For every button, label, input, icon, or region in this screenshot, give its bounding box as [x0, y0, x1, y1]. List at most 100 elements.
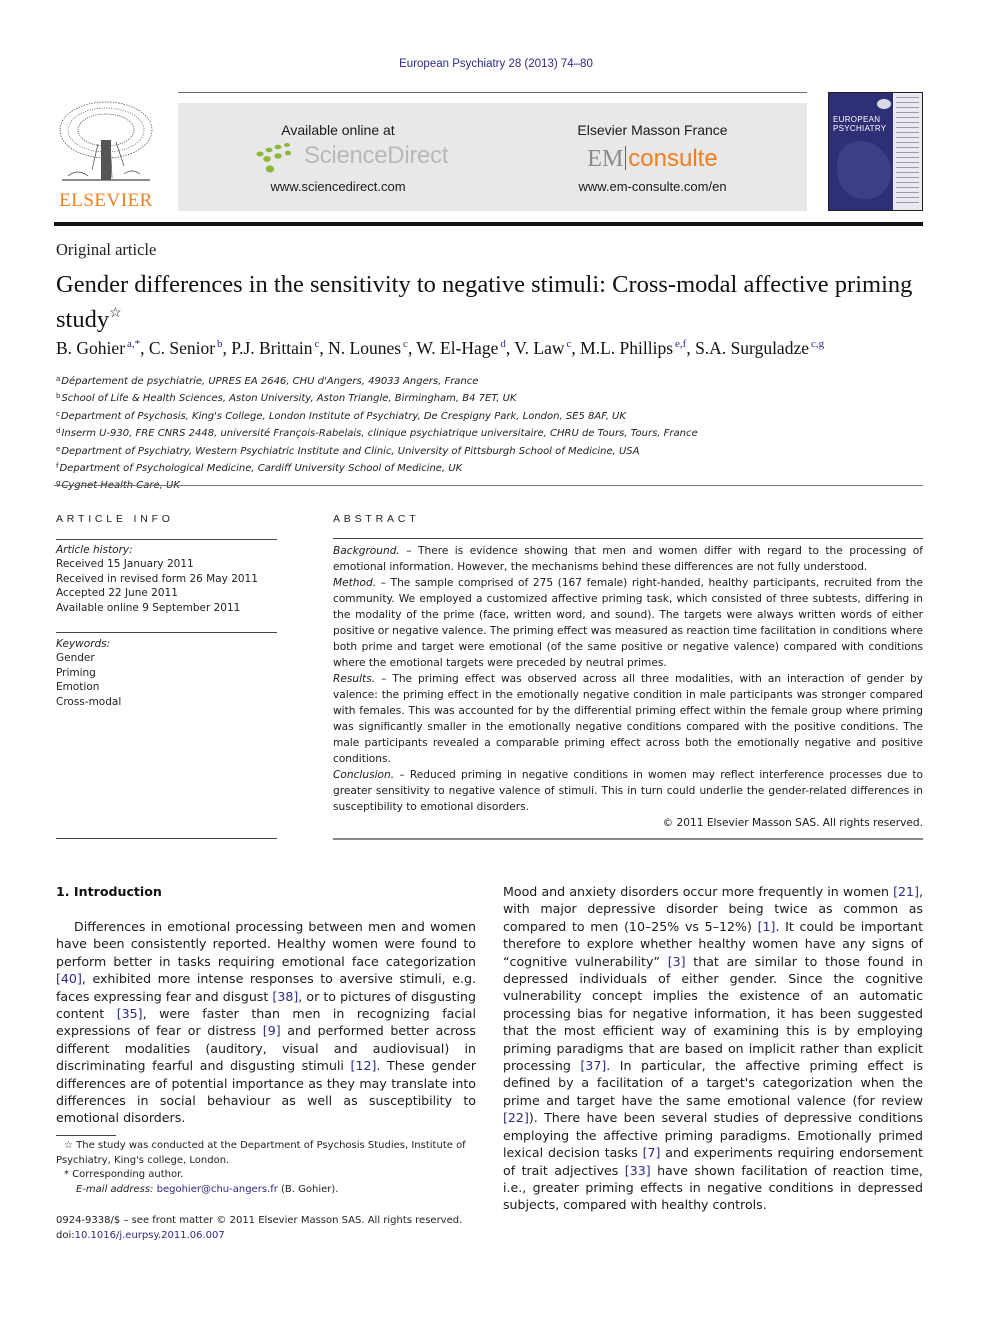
email-label: E-mail address:	[76, 1183, 154, 1195]
affiliation-item: fDepartment of Psychological Medicine, C…	[56, 459, 936, 476]
title-footnote-star[interactable]: ☆	[109, 306, 122, 321]
article-title: Gender differences in the sensitivity to…	[56, 270, 936, 334]
author[interactable]: B. Gohier a,*	[56, 338, 140, 358]
citation-link[interactable]: [12]	[351, 1058, 377, 1073]
keyword-item: Cross-modal	[56, 695, 122, 708]
citation-link[interactable]: [9]	[263, 1023, 281, 1038]
sciencedirect-dots-icon	[256, 143, 291, 173]
email-suffix: (B. Gohier).	[277, 1183, 339, 1195]
publisher-banner: Available online at ScienceDirect www.sc…	[178, 103, 807, 211]
available-online-label: Available online at	[281, 122, 395, 138]
author-name: B. Gohier	[56, 338, 126, 358]
footnote-rule	[56, 1135, 116, 1136]
emconsulte-panel[interactable]: Elsevier Masson France EM consulte www.em…	[498, 103, 807, 211]
history-item: Available online 9 September 2011	[56, 601, 241, 614]
author-separator: ,	[140, 338, 149, 358]
abstract-section-text: – Reduced priming in negative conditions…	[333, 769, 923, 813]
doi-line: doi:10.1016/j.eurpsy.2011.06.007	[56, 1229, 486, 1244]
history-item: Accepted 22 June 2011	[56, 587, 178, 600]
header-thick-rule	[54, 222, 923, 226]
emconsulte-logo: EM consulte	[498, 145, 807, 173]
author-affiliation-marker[interactable]: c,g	[811, 338, 824, 350]
history-item: Received 15 January 2011	[56, 558, 194, 571]
author[interactable]: C. Senior b	[149, 338, 223, 358]
corresponding-author-note: * Corresponding author.	[64, 1169, 184, 1180]
cover-contents-strip	[893, 93, 922, 210]
elsevier-logo[interactable]: ELSEVIER	[54, 100, 158, 212]
keyword-item: Priming	[56, 666, 96, 679]
article-history: Article history: Received 15 January 201…	[56, 543, 281, 615]
author-separator: ,	[571, 338, 581, 358]
emconsulte-url[interactable]: www.em-consulte.com/en	[498, 179, 807, 194]
author-name: V. Law	[514, 338, 565, 358]
citation-link[interactable]: [1]	[758, 919, 776, 934]
sciencedirect-logo: ScienceDirect	[256, 142, 456, 176]
affiliation-item: aDépartement de psychiatrie, UPRES EA 26…	[56, 372, 936, 389]
abstract-body: Background. – There is evidence showing …	[333, 543, 923, 831]
citation-link[interactable]: [3]	[668, 954, 686, 969]
citation-link[interactable]: [7]	[643, 1145, 661, 1160]
affiliation-key: c	[56, 409, 60, 418]
journal-reference-link[interactable]: European Psychiatry 28 (2013) 74–80	[0, 58, 992, 70]
paragraph-text: Mood and anxiety disorders occur more fr…	[503, 884, 894, 899]
article-info-rule	[56, 539, 277, 540]
em-wordmark: EM	[587, 146, 624, 172]
citation-link[interactable]: [40]	[56, 971, 82, 986]
author[interactable]: W. El-Hage d	[416, 338, 505, 358]
author-name: S.A. Surguladze	[695, 338, 809, 358]
sciencedirect-panel[interactable]: Available online at ScienceDirect www.sc…	[178, 103, 498, 211]
author-name: C. Senior	[148, 338, 216, 358]
abstract-copyright: © 2011 Elsevier Masson SAS. All rights r…	[662, 817, 923, 829]
sciencedirect-wordmark: ScienceDirect	[304, 142, 449, 169]
citation-link[interactable]: [38]	[272, 989, 298, 1004]
front-matter: 0924-9338/$ – see front matter © 2011 El…	[56, 1214, 486, 1243]
elsevier-masson-label: Elsevier Masson France	[577, 122, 728, 138]
email-line: E-mail address: begohier@chu-angers.fr (…	[56, 1183, 476, 1198]
paragraph-text: that are similar to those found in depre…	[503, 953, 923, 1074]
footnotes: ☆ The study was conducted at the Departm…	[56, 1139, 476, 1197]
author-separator: ,	[686, 338, 696, 358]
intro-paragraph-right: Mood and anxiety disorders occur more fr…	[503, 883, 923, 1214]
history-item: Received in revised form 26 May 2011	[56, 572, 258, 585]
citation-link[interactable]: [33]	[625, 1163, 651, 1178]
article-info-bottom-rule	[56, 838, 277, 839]
affiliation-text: School of Life & Health Sciences, Aston …	[61, 393, 517, 405]
author-name: P.J. Brittain	[231, 338, 313, 358]
abstract-section-label: Results.	[333, 673, 376, 685]
citation-link[interactable]: [21]	[893, 884, 919, 899]
elsevier-tree-icon	[59, 101, 153, 181]
abstract-section-label: Method.	[333, 577, 377, 589]
paragraph-text: Differences in emotional processing betw…	[56, 919, 476, 969]
author[interactable]: S.A. Surguladze c,g	[695, 338, 824, 358]
citation-link[interactable]: [35]	[117, 1006, 143, 1021]
abstract-section-text: – The priming effect was observed across…	[333, 673, 923, 765]
author-affiliation-marker[interactable]: e,f	[675, 338, 686, 350]
citation-link[interactable]: [37]	[580, 1058, 606, 1073]
email-link[interactable]: begohier@chu-angers.fr	[157, 1184, 278, 1195]
abstract-results: Results. – The priming effect was observ…	[333, 671, 923, 767]
author[interactable]: M.L. Phillips e,f	[580, 338, 686, 358]
intro-paragraph-left: Differences in emotional processing betw…	[56, 918, 476, 1127]
section-heading-introduction: 1. Introduction	[56, 884, 162, 899]
doi-link[interactable]: 10.1016/j.eurpsy.2011.06.007	[75, 1230, 225, 1241]
article-title-text: Gender differences in the sensitivity to…	[56, 271, 913, 333]
affiliation-text: Department of Psychosis, King's College,…	[60, 410, 626, 422]
keyword-item: Gender	[56, 652, 95, 665]
author-name: N. Lounes	[328, 338, 402, 358]
cover-title-line2: PSYCHIATRY	[833, 124, 887, 133]
author[interactable]: N. Lounes c	[328, 338, 408, 358]
author-affiliation-marker[interactable]: a,*	[127, 338, 140, 350]
journal-cover-thumbnail[interactable]: EUROPEAN PSYCHIATRY	[828, 92, 923, 211]
consulte-wordmark: consulte	[628, 145, 718, 172]
citation-link[interactable]: [22]	[503, 1110, 529, 1125]
front-matter-text: 0924-9338/$ – see front matter © 2011 El…	[56, 1215, 463, 1226]
sciencedirect-url[interactable]: www.sciencedirect.com	[178, 179, 498, 194]
affiliation-text: Department of Psychiatry, Western Psychi…	[61, 445, 640, 457]
author[interactable]: V. Law c	[514, 338, 571, 358]
abstract-method: Method. – The sample comprised of 275 (1…	[333, 575, 923, 671]
author[interactable]: P.J. Brittain c	[231, 338, 319, 358]
affiliation-text: Department of Psychological Medicine, Ca…	[59, 463, 463, 475]
em-divider	[625, 146, 627, 170]
keywords-rule	[56, 632, 277, 633]
article-type: Original article	[56, 240, 157, 259]
